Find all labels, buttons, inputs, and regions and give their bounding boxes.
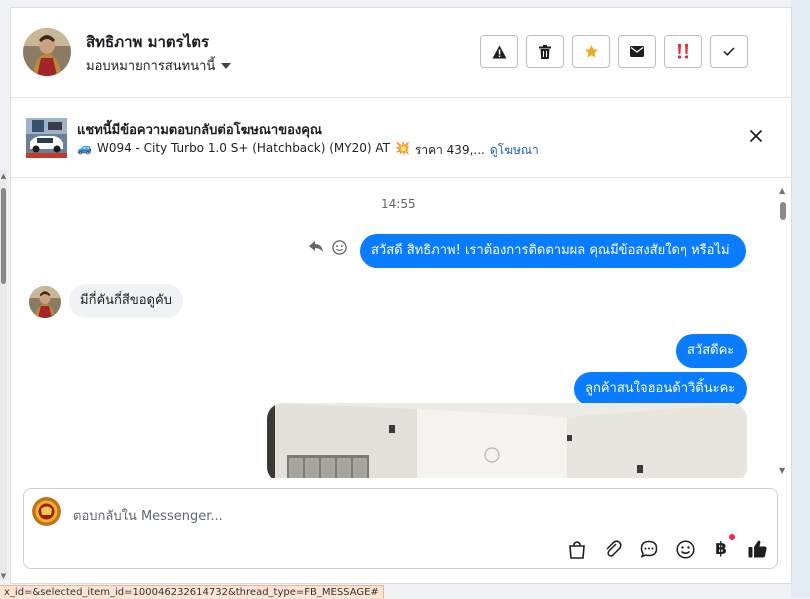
contact-avatar[interactable] (23, 28, 71, 76)
message-thread: 14:55 สวัสดี สิทธิภาพ! เราต้องการติดตามผ… (11, 178, 791, 478)
like-button[interactable] (745, 537, 769, 561)
page-scrollbar-thumb[interactable] (1, 188, 6, 284)
incoming-message[interactable]: มีกี่คันกี่สีขอดูคับ (69, 284, 183, 318)
composer-toolbar: ฿ (565, 534, 769, 561)
ad-reply-banner: แชทนี้มีข้อความตอบกลับต่อโฆษณาของคุณ 🚙 W… (11, 98, 791, 178)
burst-emoji-icon: 💥 (394, 141, 410, 155)
message-timestamp: 14:55 (381, 197, 416, 211)
check-icon (723, 47, 735, 56)
star-icon (584, 44, 598, 58)
assign-label: มอบหมายการสนทนานี้ (86, 59, 216, 74)
thumbs-up-icon (748, 540, 767, 558)
mail-icon (630, 46, 644, 57)
paperclip-icon (606, 540, 622, 557)
smiley-icon (675, 539, 695, 559)
outgoing-message[interactable]: สวัสดีคะ (676, 334, 747, 368)
important-icon (677, 44, 689, 59)
outgoing-message[interactable]: สวัสดี สิทธิภาพ! เราต้องการติดตามผล คุณม… (360, 234, 746, 268)
close-banner-button[interactable] (747, 127, 765, 145)
chat-bubble-icon (640, 540, 658, 558)
close-icon (749, 129, 763, 143)
report-spam-button[interactable] (480, 35, 518, 68)
scroll-down-arrow-icon[interactable]: ▼ (0, 572, 7, 580)
message-composer[interactable]: ตอบกลับใน Messenger... ฿ (23, 488, 778, 569)
emoji-button[interactable] (673, 537, 697, 561)
mark-done-button[interactable] (710, 35, 748, 68)
conversation-toolbar (480, 35, 748, 68)
thread-scrollbar[interactable]: ▲ ▼ (778, 178, 788, 478)
outgoing-message[interactable]: ลูกค้าสนใจฮอนด้าวิติ้นะคะ (574, 372, 747, 406)
react-emoji-icon[interactable] (332, 240, 347, 255)
conversation-header: สิทธิภาพ มาตรไตร มอบหมายการสนทนานี้ (11, 8, 791, 98)
baht-icon: ฿ (715, 539, 727, 559)
payment-button[interactable]: ฿ (709, 534, 735, 561)
page-avatar (32, 497, 61, 526)
mark-important-button[interactable] (664, 35, 702, 68)
shop-button[interactable] (565, 537, 589, 561)
ad-banner-title: แชทนี้มีข้อความตอบกลับต่อโฆษณาของคุณ (77, 123, 322, 138)
image-attachment[interactable] (267, 403, 747, 478)
trash-icon (539, 44, 551, 59)
shopping-bag-icon (569, 540, 585, 559)
status-bar-url: x_id=&selected_item_id=100046232614732&t… (0, 585, 384, 599)
ad-detail-line: 🚙 W094 - City Turbo 1.0 S+ (Hatchback) (… (77, 141, 539, 160)
delete-button[interactable] (526, 35, 564, 68)
thread-scrollbar-thumb[interactable] (780, 202, 786, 220)
ad-thumbnail[interactable] (26, 118, 67, 158)
scroll-up-arrow-icon[interactable]: ▲ (0, 172, 7, 180)
caret-down-icon (221, 62, 232, 69)
conversation-panel: สิทธิภาพ มาตรไตร มอบหมายการสนทนานี้ แชทน… (10, 7, 792, 584)
contact-name: สิทธิภาพ มาตรไตร (86, 33, 210, 51)
scroll-up-arrow-icon[interactable]: ▲ (779, 186, 785, 195)
notification-dot (729, 534, 735, 540)
car-emoji-icon: 🚙 (77, 141, 92, 155)
attach-button[interactable] (601, 537, 625, 561)
side-panel-edge (791, 0, 810, 598)
reply-input[interactable]: ตอบกลับใน Messenger... (73, 505, 223, 526)
reply-icon[interactable] (309, 241, 323, 253)
star-button[interactable] (572, 35, 610, 68)
sender-avatar[interactable] (29, 286, 61, 318)
ad-price: ราคา 439,... (414, 143, 485, 157)
mark-unread-button[interactable] (618, 35, 656, 68)
scroll-down-arrow-icon[interactable]: ▼ (779, 466, 785, 475)
saved-replies-button[interactable] (637, 537, 661, 561)
warning-icon (492, 45, 506, 58)
ad-detail-text: W094 - City Turbo 1.0 S+ (Hatchback) (MY… (96, 141, 390, 155)
view-ad-link[interactable]: ดูโฆษณา (490, 141, 539, 160)
assign-conversation-dropdown[interactable]: มอบหมายการสนทนานี้ (86, 55, 232, 76)
